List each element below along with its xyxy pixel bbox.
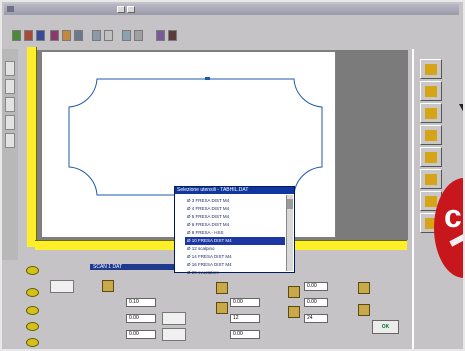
c-letter-logo: c — [444, 198, 462, 234]
tool-button-2[interactable] — [420, 81, 442, 101]
list-item[interactable]: Ø 16 FRESA DIST M4 — [185, 261, 285, 269]
tool-list[interactable]: Ø 3 FRESA DIST M4 Ø 4 FRESA DIST M4 Ø 5 … — [185, 197, 285, 277]
settings-icon[interactable] — [168, 30, 177, 41]
open-folder-icon[interactable] — [24, 30, 33, 41]
circle-tool-button[interactable] — [5, 115, 15, 130]
list-item-selected[interactable]: Ø 10 FRESA DIST M4 — [185, 237, 285, 245]
popup-scrollbar[interactable] — [286, 195, 293, 271]
new-file-icon[interactable] — [12, 30, 21, 41]
option-box-2[interactable] — [162, 328, 186, 341]
vertical-ruler — [27, 47, 37, 247]
machine-icon[interactable] — [50, 280, 74, 293]
tool-selection-popup[interactable]: Selezione utensili - TABHIL.DAT Ø 3 FRES… — [174, 186, 295, 275]
tool-button-1[interactable] — [420, 59, 442, 79]
list-item[interactable]: Ø 5 FRESA DIST M4 — [185, 213, 285, 221]
bottom-left-panel — [2, 260, 90, 349]
main-toolbar — [4, 24, 420, 49]
sheet-icon[interactable] — [102, 280, 114, 292]
param-field-1[interactable]: 0.10 — [126, 298, 156, 307]
maximize-button[interactable] — [127, 6, 135, 13]
list-item[interactable]: Ø 20 svuotatore — [185, 269, 285, 277]
param-field-9[interactable]: 24 — [304, 314, 328, 323]
param-field-2[interactable]: 0.00 — [126, 314, 156, 323]
list-item[interactable]: Ø 3 FRESA DIST M4 — [185, 197, 285, 205]
popup-title: Selezione utensili - TABHIL.DAT — [175, 187, 294, 194]
application-window: c SCAN 1 DAT 0.10 0.00 0.00 0.00 12 0.00… — [0, 0, 465, 351]
canvas-margin — [336, 50, 408, 240]
layer-icon[interactable] — [156, 30, 165, 41]
param-field-4[interactable]: 0.00 — [230, 298, 260, 307]
select-tool-button[interactable] — [5, 61, 15, 76]
list-item[interactable]: Ø 12 scalpino — [185, 245, 285, 253]
grid-icon[interactable] — [134, 30, 143, 41]
tool-change-icon[interactable] — [288, 306, 300, 318]
minimize-button[interactable] — [117, 6, 125, 13]
paste-icon[interactable] — [92, 30, 101, 41]
dial-3-icon[interactable] — [26, 306, 39, 315]
param-field-7[interactable]: 0.00 — [304, 282, 328, 291]
undo-icon[interactable] — [104, 30, 113, 41]
v-logo-mark — [459, 104, 463, 122]
line-tool-button[interactable] — [5, 79, 15, 94]
tool-button-3[interactable] — [420, 103, 442, 123]
feed-icon[interactable] — [288, 286, 300, 298]
dial-1-icon[interactable] — [26, 266, 39, 275]
dial-2-icon[interactable] — [26, 288, 39, 297]
param-field-6[interactable]: 0.00 — [230, 330, 260, 339]
cnc-icon[interactable] — [358, 282, 370, 294]
list-item[interactable]: Ø 4 FRESA DIST M4 — [185, 205, 285, 213]
copy-icon[interactable] — [74, 30, 83, 41]
list-item[interactable]: Ø 8 FRESA - HSS — [185, 229, 285, 237]
option-box-1[interactable] — [162, 312, 186, 325]
param-field-5[interactable]: 12 — [230, 314, 260, 323]
cut-icon[interactable] — [62, 30, 71, 41]
app-icon[interactable] — [7, 6, 14, 12]
rect-tool-button[interactable] — [5, 133, 15, 148]
arc-tool-button[interactable] — [5, 97, 15, 112]
depth-icon[interactable] — [216, 282, 228, 294]
list-item[interactable]: Ø 14 FRESA DIST M4 — [185, 253, 285, 261]
list-item[interactable]: Ø 6 FRESA DIST M4 — [185, 221, 285, 229]
param-field-3[interactable]: 0.00 — [126, 330, 156, 339]
tool-button-6[interactable] — [420, 169, 442, 189]
print-icon[interactable] — [50, 30, 59, 41]
cnc-icon-2[interactable] — [358, 304, 370, 316]
save-icon[interactable] — [36, 30, 45, 41]
param-field-8[interactable]: 0.00 — [304, 298, 328, 307]
title-bar[interactable] — [4, 4, 459, 15]
dial-4-icon[interactable] — [26, 322, 39, 331]
scroll-thumb[interactable] — [287, 199, 293, 209]
zoom-icon[interactable] — [122, 30, 131, 41]
tool-button-5[interactable] — [420, 147, 442, 167]
speed-icon[interactable] — [216, 302, 228, 314]
tool-button-4[interactable] — [420, 125, 442, 145]
dial-5-icon[interactable] — [26, 338, 39, 347]
ok-button[interactable]: OK — [372, 320, 399, 334]
